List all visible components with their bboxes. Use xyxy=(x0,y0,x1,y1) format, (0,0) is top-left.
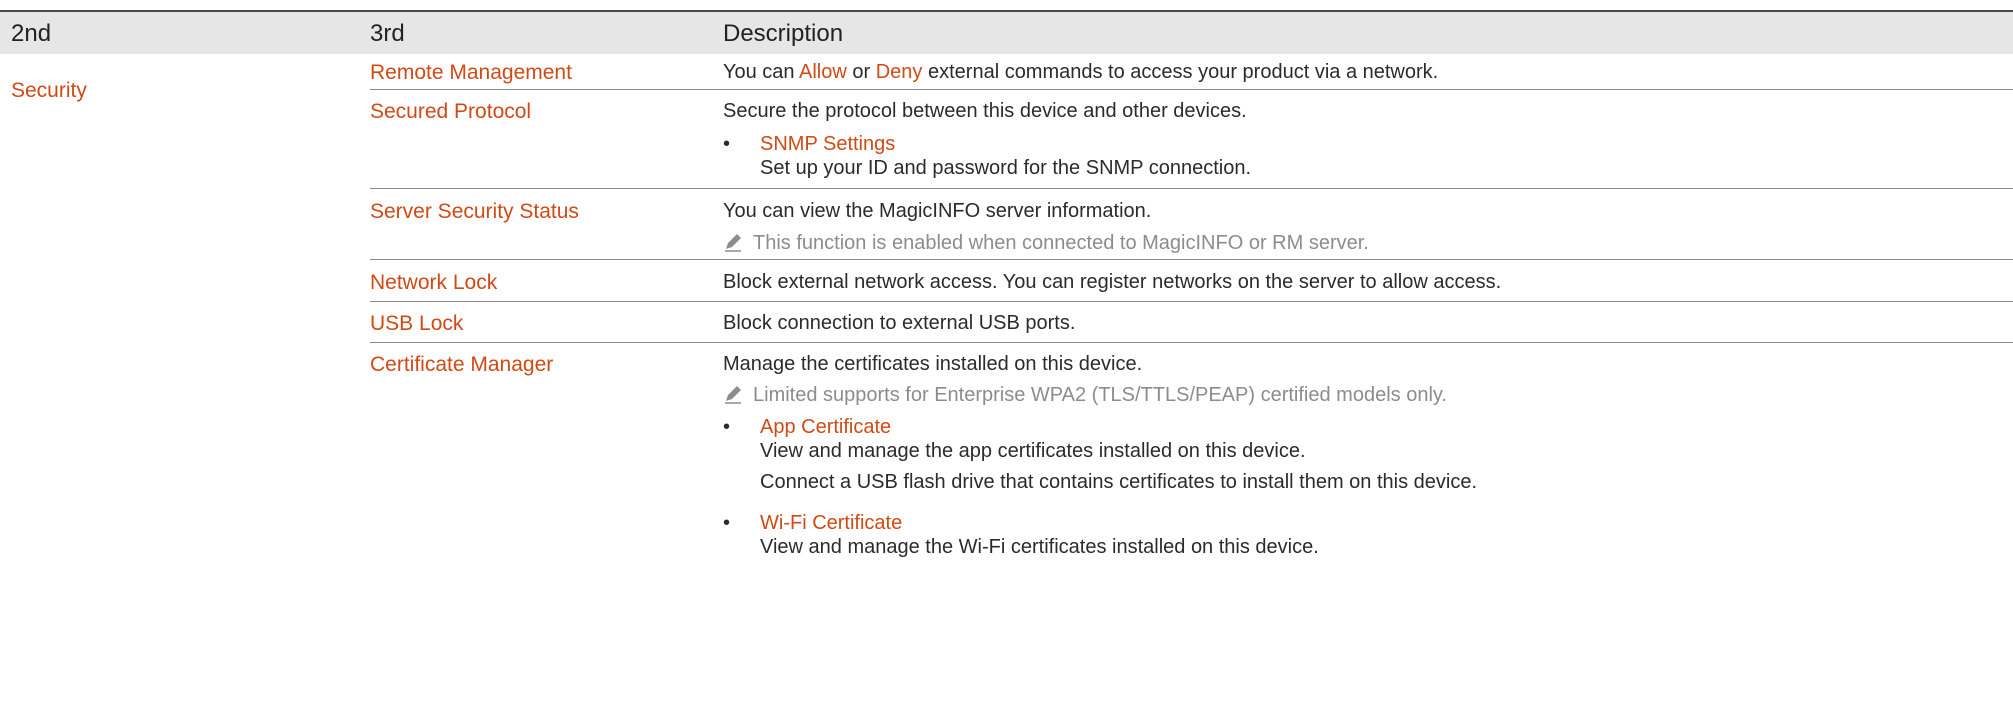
desc-remote-management-text: You can Allow or Deny external commands … xyxy=(723,61,1438,84)
bullet-app-certificate-text2: Connect a USB flash drive that contains … xyxy=(760,471,1478,493)
header-3rd: 3rd xyxy=(370,20,405,47)
pencil-note-icon xyxy=(725,386,741,404)
bullet-dot: • xyxy=(723,512,731,534)
deny-option: Deny xyxy=(875,61,923,83)
third-remote-management: Remote Management xyxy=(370,61,572,84)
desc-line: You can view the MagicINFO server inform… xyxy=(723,200,1152,222)
third-usb-lock: USB Lock xyxy=(370,312,464,335)
note-text: This function is enabled when connected … xyxy=(753,232,1369,254)
desc-text: external commands to access your product… xyxy=(922,61,1439,83)
note-text: Limited supports for Enterprise WPA2 (TL… xyxy=(753,384,1447,406)
table-header: 2nd 3rd Description xyxy=(0,10,2013,54)
desc-line: Manage the certificates installed on thi… xyxy=(723,353,1143,375)
table-row-certificate-manager: Certificate Manager Manage the certifica… xyxy=(370,343,2013,713)
desc-line: Block external network access. You can r… xyxy=(723,271,1502,293)
desc-text: or xyxy=(846,61,876,83)
pencil-note-icon xyxy=(725,234,741,252)
bullet-dot: • xyxy=(723,416,731,438)
third-server-security-status: Server Security Status xyxy=(370,200,579,223)
desc-line: Secure the protocol between this device … xyxy=(723,100,1247,122)
table-row-usb-lock: USB Lock Block connection to external US… xyxy=(370,302,2013,343)
desc-line: Block connection to external USB ports. xyxy=(723,312,1076,334)
allow-option: Allow xyxy=(799,61,847,83)
header-2nd: 2nd xyxy=(11,20,52,47)
table-row-network-lock: Network Lock Block external network acce… xyxy=(370,260,2013,302)
bullet-wifi-certificate-text: View and manage the Wi-Fi certificates i… xyxy=(760,536,1319,558)
bullet-wifi-certificate: Wi-Fi Certificate xyxy=(760,512,903,534)
second-level-security: Security xyxy=(11,79,87,102)
third-network-lock: Network Lock xyxy=(370,271,498,294)
desc-text: You can xyxy=(723,61,800,83)
bullet-dot: • xyxy=(723,133,731,155)
note-line: This function is enabled when connected … xyxy=(723,232,1369,255)
table-row-server-security-status: Server Security Status You can view the … xyxy=(370,189,2013,260)
note-line: Limited supports for Enterprise WPA2 (TL… xyxy=(723,384,1447,407)
header-description: Description xyxy=(723,20,844,47)
bullet-snmp-text: Set up your ID and password for the SNMP… xyxy=(760,157,1252,179)
bullet-app-certificate-text1: View and manage the app certificates ins… xyxy=(760,440,1306,462)
third-certificate-manager: Certificate Manager xyxy=(370,353,554,376)
table-row-secured-protocol: Secured Protocol Secure the protocol bet… xyxy=(370,90,2013,189)
third-secured-protocol: Secured Protocol xyxy=(370,100,532,123)
bullet-app-certificate: App Certificate xyxy=(760,416,892,438)
table-row-remote-management: Remote Management You can Allow or Deny … xyxy=(370,53,2013,90)
bullet-snmp-settings: SNMP Settings xyxy=(760,133,896,155)
